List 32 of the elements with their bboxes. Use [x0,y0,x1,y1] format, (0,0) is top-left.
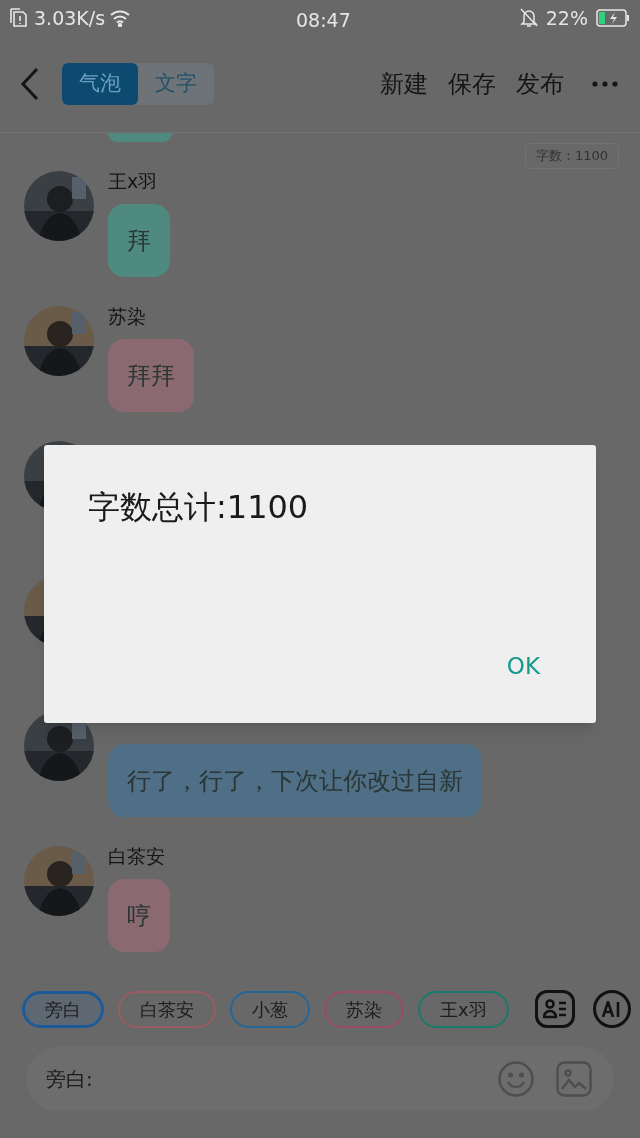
sender-name: 王x羽 [108,169,158,193]
role-chip[interactable]: 旁白 [22,990,104,1028]
contact-card-button[interactable] [534,990,575,1028]
sim-card-icon [10,8,28,28]
header-action[interactable]: 保存 [448,66,496,102]
role-chip[interactable]: 王x羽 [418,990,509,1028]
chat-bubble: 哼 [108,879,170,952]
tab[interactable]: 气泡 [62,63,138,105]
role-chip[interactable]: 白茶安 [118,990,216,1028]
more-icon [592,81,618,87]
clock: 08:47 [296,8,351,33]
ok-button[interactable]: OK [502,648,544,683]
ai-button[interactable] [592,990,631,1028]
role-chip[interactable]: 苏染 [324,990,404,1028]
chat-bubble: 拜 [108,204,170,277]
header-action[interactable]: 新建 [380,66,428,102]
wifi-icon [109,9,132,27]
role-chip[interactable]: 小葱 [230,990,310,1028]
sender-name: 白茶安 [108,844,165,868]
network-speed: 3.03K/s [34,5,106,31]
chat-bubble: 行了，行了，下次让你改过自新 [108,744,482,817]
dialog-message: 字数总计:1100 [88,487,309,528]
bell-off-icon [519,8,538,28]
battery-icon [596,9,630,27]
back-icon [20,67,40,101]
contact-card-icon [542,998,567,1020]
header-action[interactable]: 发布 [516,66,564,102]
tab[interactable]: 文字 [138,63,214,105]
sender-name: 苏染 [108,304,146,328]
ai-icon [601,1001,622,1017]
chat-bubble: 拜拜 [108,339,194,412]
battery-percent: 22% [545,5,588,31]
